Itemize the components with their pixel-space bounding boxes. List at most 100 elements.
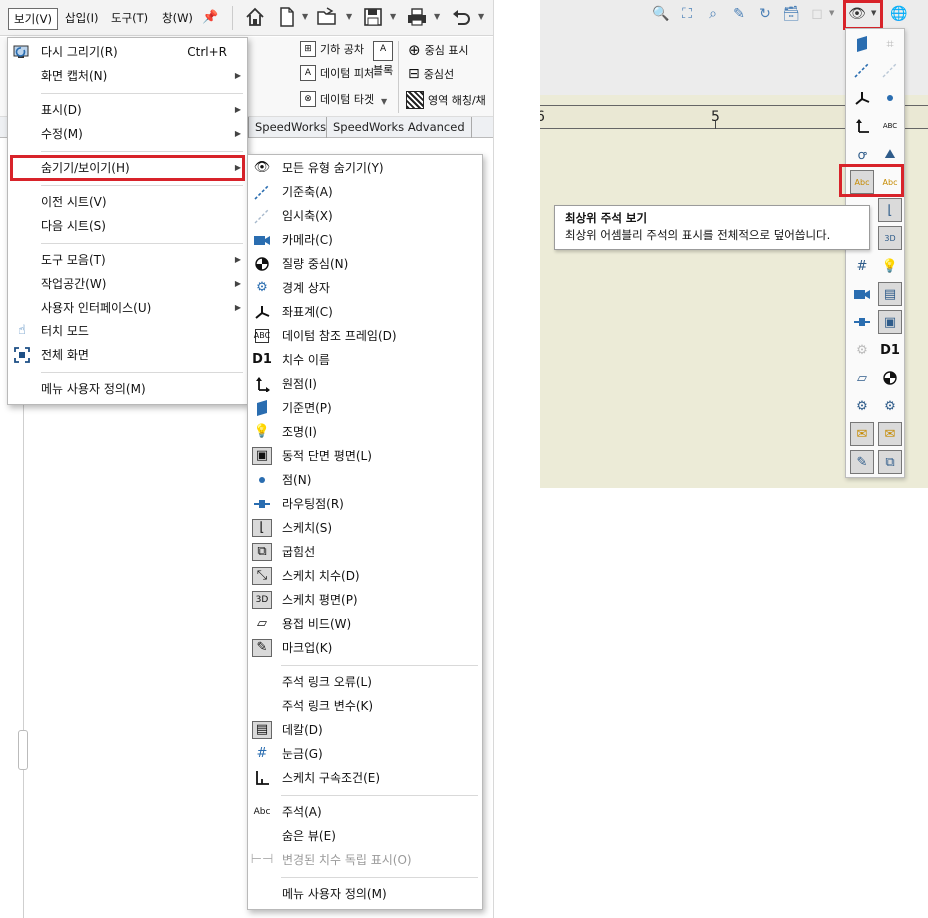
block-button[interactable]: A 블록: [373, 41, 393, 78]
menu-item-toolbars[interactable]: 도구 모음(T) ▶: [8, 248, 247, 272]
tab-speedworks-advanced[interactable]: SpeedWorks Advanced: [326, 117, 472, 138]
decal-icon[interactable]: ▤: [878, 282, 902, 306]
menu-item-sketch-dimensions[interactable]: ⤡ 스케치 치수(D): [248, 564, 482, 588]
save-icon[interactable]: [362, 6, 384, 28]
temp-axis-icon[interactable]: [878, 58, 902, 82]
home-icon[interactable]: [244, 6, 266, 28]
menu-item-annotation-link-errors[interactable]: 주석 링크 오류(L): [248, 670, 482, 694]
menu-item-planes[interactable]: 기준면(P): [248, 396, 482, 420]
menu-item-grid[interactable]: # 눈금(G): [248, 742, 482, 766]
menu-item-axes[interactable]: 기준축(A): [248, 180, 482, 204]
menu-item-customize-menu[interactable]: 메뉴 사용자 정의(M): [248, 882, 482, 906]
menu-window[interactable]: 창(W): [157, 8, 198, 30]
menu-item-cameras[interactable]: 카메라(C): [248, 228, 482, 252]
menu-insert[interactable]: 삽입(I): [60, 8, 104, 30]
weld-bead-icon[interactable]: ▱: [850, 366, 874, 390]
area-hatch-button[interactable]: 영역 해칭/채: [406, 91, 486, 109]
print-icon[interactable]: [406, 6, 428, 28]
menu-item-datum-reference-frame[interactable]: ABC 데이텀 참조 프레임(D): [248, 324, 482, 348]
menu-item-hide-all-types[interactable]: 👁 모든 유형 숨기기(Y): [248, 156, 482, 180]
curve-icon[interactable]: ꝍ: [850, 142, 874, 166]
menu-item-center-of-mass[interactable]: 질량 중심(N): [248, 252, 482, 276]
menu-item-next-sheet[interactable]: 다음 시트(S): [8, 214, 247, 238]
menu-item-sketch-relations[interactable]: 스케치 구속조건(E): [248, 766, 482, 790]
coordinate-system-icon[interactable]: [850, 86, 874, 110]
menu-item-full-screen[interactable]: 전체 화면: [8, 343, 247, 367]
center-mark-button[interactable]: ⊕ 중심 표시: [408, 41, 469, 59]
menu-item-routing-points[interactable]: 라우팅점(R): [248, 492, 482, 516]
hide-show-items-icon[interactable]: 👁: [848, 5, 866, 23]
menu-item-origins[interactable]: 원점(I): [248, 372, 482, 396]
center-of-mass-icon[interactable]: [878, 366, 902, 390]
menu-view[interactable]: 보기(V): [8, 8, 58, 30]
part-icon[interactable]: ⚙: [850, 338, 874, 362]
markup3-icon[interactable]: ✎: [850, 450, 874, 474]
gear-icon[interactable]: ⚙: [878, 394, 902, 418]
menu-tools[interactable]: 도구(T): [106, 8, 153, 30]
assembly-icon[interactable]: ⚙: [850, 394, 874, 418]
grid-icon[interactable]: #: [850, 254, 874, 278]
menu-item-workspace[interactable]: 작업공간(W) ▶: [8, 272, 247, 296]
menu-item-temporary-axes[interactable]: 임시축(X): [248, 204, 482, 228]
point-icon[interactable]: [878, 86, 902, 110]
chevron-down-icon[interactable]: ▼: [434, 12, 440, 21]
menu-item-live-section-planes[interactable]: ▣ 동적 단면 평면(L): [248, 444, 482, 468]
plane-icon[interactable]: [850, 32, 874, 56]
chevron-down-icon[interactable]: ▼: [390, 12, 396, 21]
menu-item-screen-capture[interactable]: 화면 캡처(N) ▶: [8, 64, 247, 88]
chevron-down-icon[interactable]: ▼: [871, 9, 876, 17]
d1-icon[interactable]: D1: [878, 338, 902, 362]
sketch-plane-icon[interactable]: 3D: [878, 226, 902, 250]
menu-item-display[interactable]: 표시(D) ▶: [8, 98, 247, 122]
chevron-down-icon[interactable]: ▼: [829, 9, 834, 17]
sketch-icon[interactable]: ⌊: [878, 198, 902, 222]
centerline-button[interactable]: ⊟ 중심선: [408, 66, 454, 82]
menu-item-modify[interactable]: 수정(M) ▶: [8, 122, 247, 146]
menu-item-bounding-box[interactable]: ⚙ 경계 상자: [248, 276, 482, 300]
zoom-area-icon[interactable]: ⌕: [704, 5, 722, 23]
bounding-box-icon[interactable]: ⛰: [878, 142, 902, 166]
scene-icon[interactable]: 🌐: [890, 5, 908, 23]
menu-item-annotations[interactable]: Abc 주석(A): [248, 800, 482, 824]
new-document-icon[interactable]: [276, 6, 298, 28]
markup2-icon[interactable]: ✉: [878, 422, 902, 446]
menu-item-points[interactable]: 점(N): [248, 468, 482, 492]
chevron-down-icon[interactable]: ▼: [478, 12, 484, 21]
axis-icon[interactable]: [850, 58, 874, 82]
camera-icon[interactable]: [850, 282, 874, 306]
menu-item-customize-menu[interactable]: 메뉴 사용자 정의(M): [8, 377, 247, 401]
menu-item-dimension-names[interactable]: D1 치수 이름: [248, 348, 482, 372]
menu-item-redraw[interactable]: 다시 그리기(R) Ctrl+R: [8, 40, 247, 64]
bend-line-icon[interactable]: ⧉: [878, 450, 902, 474]
open-folder-icon[interactable]: [316, 6, 338, 28]
menu-item-annotation-link-variables[interactable]: 주석 링크 변수(K): [248, 694, 482, 718]
datum-target-button[interactable]: ⊗ 데이텀 타겟: [300, 91, 374, 107]
zoom-icon[interactable]: 🔍: [652, 5, 670, 23]
tab-speedworks[interactable]: SpeedWorks: [248, 117, 332, 138]
datum-feature-button[interactable]: A 데이텀 피처: [300, 65, 374, 81]
geometric-tolerance-button[interactable]: ⊞ 기하 공차: [300, 41, 364, 57]
menu-item-sketch-planes[interactable]: 3D 스케치 평면(P): [248, 588, 482, 612]
chevron-down-icon[interactable]: ▼: [381, 97, 387, 106]
menu-item-sketches[interactable]: ⌊ 스케치(S): [248, 516, 482, 540]
rotate-icon[interactable]: ↻: [756, 5, 774, 23]
menu-item-lights[interactable]: 💡 조명(I): [248, 420, 482, 444]
display-style-icon[interactable]: ◻: [808, 5, 826, 23]
pin-icon[interactable]: 📌: [202, 10, 218, 25]
chevron-down-icon[interactable]: ▼: [346, 12, 352, 21]
menu-item-previous-sheet[interactable]: 이전 시트(V): [8, 190, 247, 214]
previous-view-icon[interactable]: ✎: [730, 5, 748, 23]
undo-icon[interactable]: [450, 6, 472, 28]
chevron-down-icon[interactable]: ▼: [302, 12, 308, 21]
menu-item-user-interface[interactable]: 사용자 인터페이스(U) ▶: [8, 296, 247, 320]
zoom-to-fit-icon[interactable]: ⛶: [678, 5, 696, 23]
menu-item-coordinate-systems[interactable]: 좌표계(C): [248, 300, 482, 324]
menu-item-markup[interactable]: ✎ 마크업(K): [248, 636, 482, 660]
plane-grid-icon[interactable]: ⌗: [878, 32, 902, 56]
panel-handle[interactable]: [18, 730, 28, 770]
origin-icon[interactable]: [850, 114, 874, 138]
menu-item-touch-mode[interactable]: ☝ 터치 모드: [8, 319, 247, 343]
section-plane-icon[interactable]: ▣: [878, 310, 902, 334]
menu-item-bend-lines[interactable]: ⧉ 굽힘선: [248, 540, 482, 564]
datum-frame-icon[interactable]: ABC: [878, 114, 902, 138]
